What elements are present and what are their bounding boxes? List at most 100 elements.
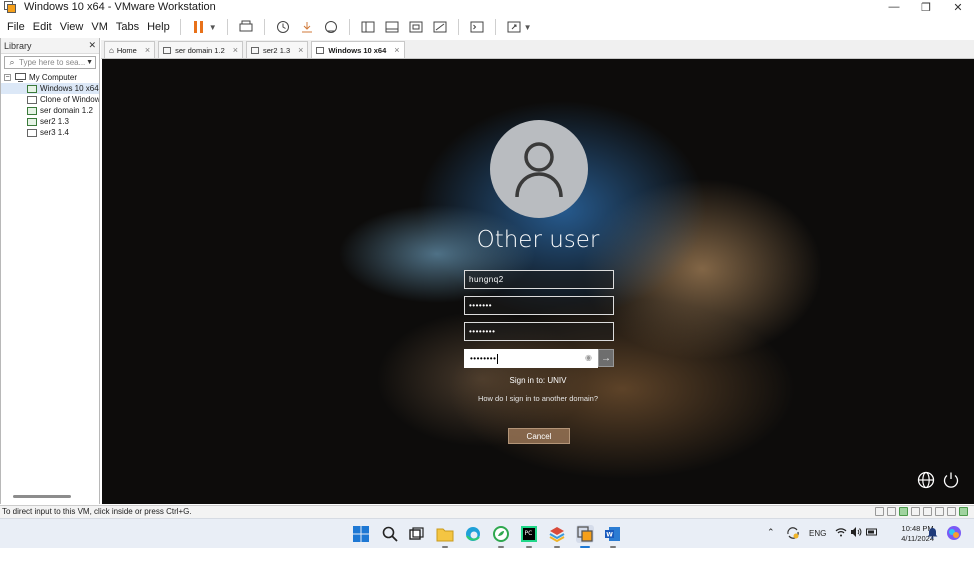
close-library-icon[interactable]: ✕ — [88, 40, 96, 51]
word-button[interactable]: W — [604, 525, 622, 548]
tree-item-label: Clone of Window — [40, 95, 99, 104]
tab-ser-domain[interactable]: ser domain 1.2 × — [158, 41, 244, 58]
tree-item-windows-10[interactable]: Windows 10 x64 — [1, 83, 99, 94]
globe-icon[interactable] — [917, 471, 935, 489]
unity-icon — [433, 21, 447, 33]
minimize-button[interactable]: — — [878, 0, 910, 14]
snapshot-button[interactable] — [273, 17, 293, 37]
chevron-up-icon[interactable]: ⌃ — [767, 527, 775, 538]
show-library-button[interactable] — [358, 17, 378, 37]
send-ctrl-alt-del-button[interactable] — [236, 17, 256, 37]
search-icon: ⌕ — [9, 57, 15, 67]
task-view-icon — [409, 527, 424, 540]
tree-item-ser2[interactable]: ser2 1.3 — [1, 116, 99, 127]
close-tab-icon[interactable]: × — [233, 45, 238, 55]
close-tab-icon[interactable]: × — [394, 45, 399, 55]
running-indicator — [610, 546, 616, 548]
menu-help[interactable]: Help — [143, 17, 174, 37]
running-indicator — [580, 546, 590, 548]
stretch-dropdown-icon[interactable]: ▼ — [524, 23, 532, 32]
hard-disk-icon[interactable] — [875, 507, 884, 516]
network-adapter-icon[interactable] — [899, 507, 908, 516]
vmware-logo-icon — [4, 1, 16, 13]
restore-button[interactable]: ❐ — [910, 0, 942, 14]
vm-tab-icon — [163, 46, 172, 54]
message-icon[interactable] — [959, 507, 968, 516]
sync-icon[interactable] — [786, 526, 800, 542]
submit-button[interactable]: → — [598, 349, 614, 367]
copilot-icon[interactable] — [946, 525, 962, 543]
search-dropdown-icon[interactable]: ▼ — [86, 59, 95, 66]
confirm-password-field[interactable]: •••••••• — [464, 349, 598, 368]
tab-home[interactable]: ⌂ Home × — [104, 41, 156, 58]
close-tab-icon[interactable]: × — [298, 45, 303, 55]
file-explorer-button[interactable] — [436, 525, 454, 548]
tree-item-ser-domain[interactable]: ser domain 1.2 — [1, 105, 99, 116]
display-icon[interactable] — [947, 507, 956, 516]
vmware-button[interactable] — [576, 525, 594, 548]
task-view-button[interactable] — [408, 525, 426, 543]
pycharm-button[interactable]: PC — [520, 525, 538, 548]
menu-edit[interactable]: Edit — [29, 17, 56, 37]
library-search-input[interactable]: ⌕ Type here to sea... ▼ — [4, 56, 96, 69]
snapshot-manager-button[interactable] — [321, 17, 341, 37]
tree-item-ser3[interactable]: ser3 1.4 — [1, 127, 99, 138]
close-tab-icon[interactable]: × — [145, 45, 150, 55]
new-password-field[interactable]: •••••••• — [464, 322, 614, 341]
volume-icon[interactable] — [850, 526, 862, 540]
stretch-guest-button[interactable] — [504, 17, 524, 37]
battery-icon[interactable] — [866, 526, 878, 540]
vm-display[interactable]: Other user hungnq2 ••••••• •••••••• ••••… — [102, 59, 974, 504]
wifi-icon[interactable] — [835, 526, 847, 540]
search-icon — [382, 526, 398, 542]
app-button-2[interactable] — [548, 525, 566, 548]
library-title: Library — [4, 40, 32, 51]
menu-file[interactable]: File — [3, 17, 29, 37]
language-indicator[interactable]: ENG — [809, 529, 826, 538]
fullscreen-icon — [409, 21, 423, 33]
show-thumbnail-bar-button[interactable] — [382, 17, 402, 37]
full-screen-button[interactable] — [406, 17, 426, 37]
password-field[interactable]: ••••••• — [464, 296, 614, 315]
library-panel: Library ✕ ⌕ Type here to sea... ▼ − My C… — [0, 38, 100, 504]
close-button[interactable]: ✕ — [942, 0, 974, 14]
collapse-icon[interactable]: − — [4, 74, 11, 81]
username-field[interactable]: hungnq2 — [464, 270, 614, 289]
svg-text:W: W — [606, 532, 613, 539]
tree-item-label: ser2 1.3 — [40, 117, 69, 126]
cd-drive-icon[interactable] — [887, 507, 896, 516]
unity-button[interactable] — [430, 17, 450, 37]
app-button-1[interactable] — [492, 525, 510, 548]
menu-vm[interactable]: VM — [87, 17, 112, 37]
console-view-button[interactable] — [467, 17, 487, 37]
sound-icon[interactable] — [923, 507, 932, 516]
cancel-button[interactable]: Cancel — [508, 428, 570, 444]
search-button[interactable] — [381, 525, 399, 543]
menu-tabs[interactable]: Tabs — [112, 17, 143, 37]
toolbar-separator — [494, 19, 496, 35]
tree-item-my-computer[interactable]: − My Computer — [1, 72, 99, 83]
eye-icon[interactable]: ◉ — [585, 353, 592, 362]
vmware-icon — [577, 526, 593, 542]
pause-dropdown-icon[interactable]: ▼ — [209, 23, 217, 32]
edge-button[interactable] — [464, 525, 482, 543]
tab-windows-10[interactable]: Windows 10 x64 × — [311, 41, 405, 58]
menu-view[interactable]: View — [56, 17, 88, 37]
power-icon[interactable] — [942, 471, 960, 489]
usb-icon[interactable] — [911, 507, 920, 516]
tree-item-clone[interactable]: Clone of Window — [1, 94, 99, 105]
other-domain-link[interactable]: How do I sign in to another domain? — [102, 394, 974, 403]
vm-tab-icon — [316, 46, 325, 54]
home-icon: ⌂ — [109, 45, 114, 55]
start-button[interactable] — [352, 525, 370, 543]
confirm-password-value: •••••••• — [470, 354, 497, 363]
sign-in-domain-label: Sign in to: UNIV — [509, 376, 567, 385]
library-scrollbar[interactable] — [13, 495, 71, 498]
tree-item-label: Windows 10 x64 — [40, 84, 99, 93]
printer-icon[interactable] — [935, 507, 944, 516]
pause-icon — [193, 21, 203, 33]
revert-snapshot-button[interactable] — [297, 17, 317, 37]
notification-bell-icon[interactable] — [927, 527, 938, 541]
tab-ser2[interactable]: ser2 1.3 × — [246, 41, 309, 58]
pause-button[interactable] — [189, 17, 209, 37]
